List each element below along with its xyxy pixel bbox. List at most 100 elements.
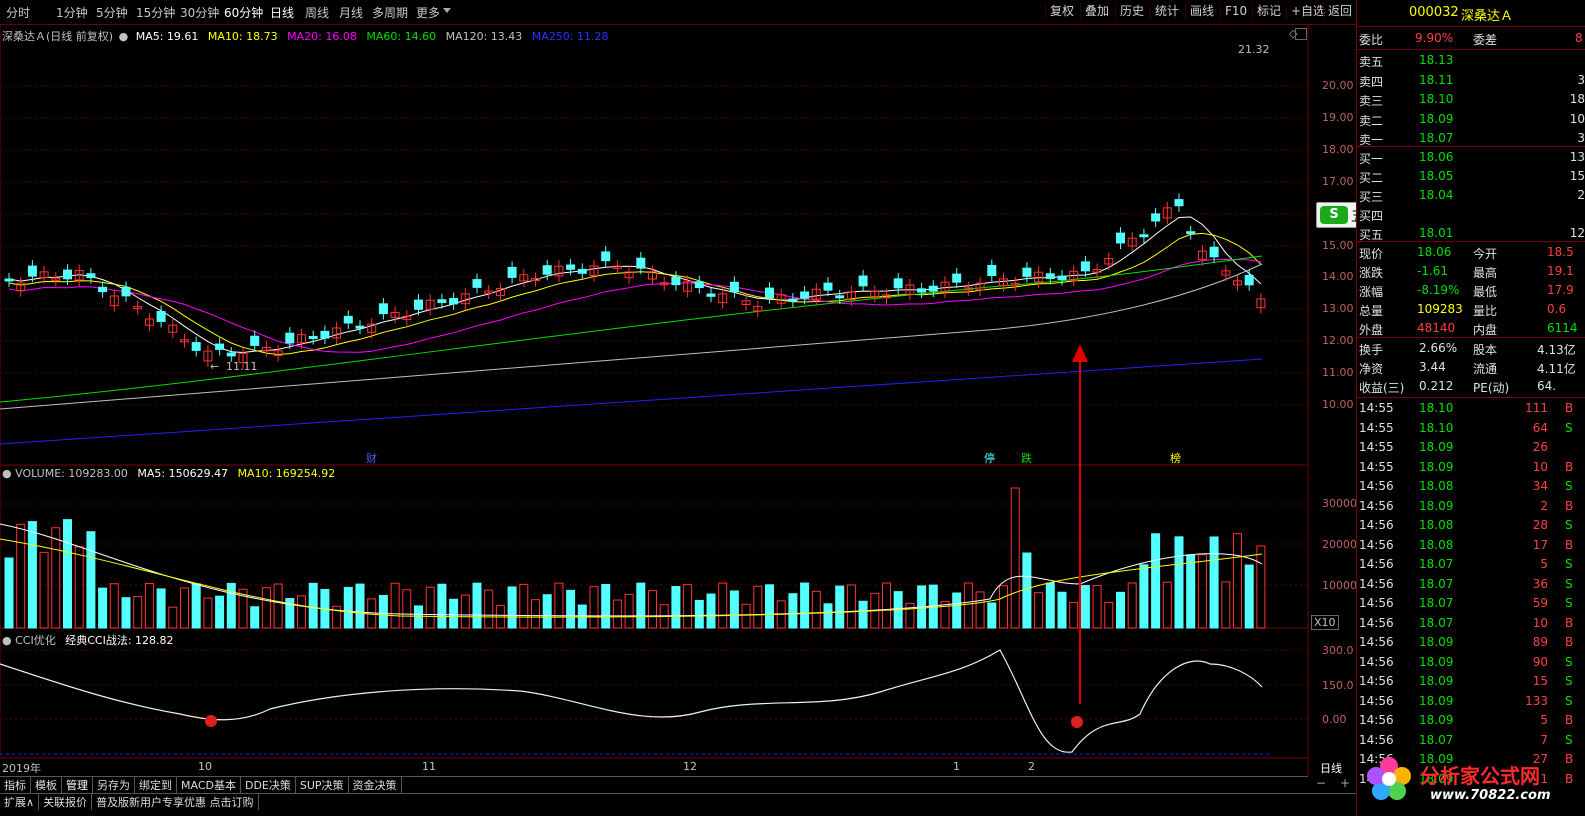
volume-bar xyxy=(1104,601,1114,629)
candle xyxy=(671,276,681,286)
volume-bar xyxy=(16,523,26,629)
tick-side: S xyxy=(1565,596,1573,610)
tab-macd[interactable]: MACD基本 xyxy=(177,777,241,793)
quote-label: 最低 xyxy=(1473,285,1498,299)
settings-dot-icon[interactable]: ● xyxy=(2,634,12,647)
back-button[interactable]: 返回 xyxy=(1323,3,1356,20)
candle xyxy=(308,335,318,339)
volume-bar xyxy=(1092,584,1102,629)
candle xyxy=(706,293,716,297)
tick-side: S xyxy=(1565,654,1573,669)
tick-time: 14:56 xyxy=(1359,498,1394,513)
zoom-minus-icon[interactable]: − xyxy=(1316,776,1326,790)
tick-side: B xyxy=(1565,635,1574,649)
tab-weekly[interactable]: 周线 xyxy=(305,4,329,21)
volume-bar xyxy=(1233,533,1242,629)
expand-button[interactable]: 扩展∧ xyxy=(0,794,40,810)
tab-5min[interactable]: 5分钟 xyxy=(96,4,128,21)
tab-30min[interactable]: 30分钟 xyxy=(180,4,219,21)
stats-button[interactable]: 统计 xyxy=(1150,3,1183,20)
volume-bar xyxy=(577,604,587,629)
tab-multi[interactable]: 多周期 xyxy=(372,4,408,21)
x-label-10: 10 xyxy=(198,760,212,773)
indicator-tabbar: 指标 模板 管理 另存为 绑定到 MACD基本 DDE决策 SUP决策 资金决策 xyxy=(0,776,1308,793)
tab-indicator[interactable]: 指标 xyxy=(0,777,31,793)
candle xyxy=(729,281,739,293)
related-quotes-button[interactable]: 关联报价 xyxy=(39,794,93,810)
volume-bar xyxy=(390,582,400,629)
tick-price: 18.08 xyxy=(1419,518,1454,532)
zoom-plus-icon[interactable]: + xyxy=(1340,776,1350,790)
promo-link[interactable]: 普及版新用户专享优惠 点击订购 xyxy=(92,794,259,810)
candle xyxy=(437,299,447,303)
tick-side: S xyxy=(1565,479,1573,493)
quote-label: 涨幅 xyxy=(1359,285,1384,299)
tab-fund[interactable]: 资金决策 xyxy=(349,777,402,793)
tab-sup[interactable]: SUP决策 xyxy=(296,777,349,793)
bid-row: 买一 18.06 13 xyxy=(1357,149,1585,167)
vol-ma5-legend: MA5: 150629.47 xyxy=(137,467,229,480)
watermark-url: www.70822.com xyxy=(1430,788,1551,803)
tick-time: 14:56 xyxy=(1359,693,1394,708)
chevron-down-icon[interactable] xyxy=(443,8,451,13)
tick-time: 14:56 xyxy=(1359,654,1394,669)
tab-60min[interactable]: 60分钟 xyxy=(224,4,263,21)
volume-bar xyxy=(952,592,962,629)
tab-1min[interactable]: 1分钟 xyxy=(56,4,88,21)
bid-volume: 13 xyxy=(1569,150,1585,164)
tab-bind-to[interactable]: 绑定到 xyxy=(135,777,177,793)
candle xyxy=(121,286,131,297)
candle xyxy=(378,303,388,315)
kline-chart-area[interactable] xyxy=(0,24,1356,776)
volume-bar xyxy=(297,595,306,629)
tab-15min[interactable]: 15分钟 xyxy=(136,4,175,21)
tick-time: 14:55 xyxy=(1359,440,1394,454)
volume-bar xyxy=(788,593,798,629)
tab-daily[interactable]: 日线 xyxy=(270,4,294,21)
quote-value: 18.5 xyxy=(1547,245,1574,259)
volume-bar xyxy=(1174,536,1184,629)
history-button[interactable]: 历史 xyxy=(1115,3,1148,20)
f10-button[interactable]: F10 xyxy=(1220,3,1251,20)
volume-bar xyxy=(121,597,131,629)
volume-bar xyxy=(741,603,751,629)
fuquan-button[interactable]: 复权 xyxy=(1045,3,1078,20)
tick-time: 14:56 xyxy=(1359,576,1394,591)
volume-bar xyxy=(1057,591,1067,629)
bid-volume: 12 xyxy=(1569,226,1585,240)
candle xyxy=(952,273,962,283)
candle xyxy=(1057,275,1067,280)
quote-value: 17.9 xyxy=(1547,283,1574,297)
event-die[interactable]: 跌 xyxy=(1021,450,1032,466)
tab-template[interactable]: 模板 xyxy=(31,777,62,793)
sogou-logo-icon[interactable]: S xyxy=(1320,206,1348,224)
overlay-button[interactable]: 叠加 xyxy=(1080,3,1113,20)
event-bang[interactable]: 榜 xyxy=(1170,450,1181,466)
tick-time: 14:56 xyxy=(1359,674,1394,688)
period-label[interactable]: 日线 xyxy=(1320,760,1342,776)
event-cai[interactable]: 财 xyxy=(366,450,377,466)
tab-manage[interactable]: 管理 xyxy=(62,777,93,793)
volume-bar xyxy=(999,585,1008,629)
tab-dde[interactable]: DDE决策 xyxy=(241,777,296,793)
volume-bar xyxy=(1256,545,1266,629)
volume-bar xyxy=(636,582,646,629)
tab-more[interactable]: 更多 xyxy=(416,4,440,21)
volume-bar xyxy=(168,606,178,629)
volume-bar xyxy=(612,599,622,629)
quote-row: 涨跌 -1.61 最高 19.1 xyxy=(1357,263,1585,281)
event-ting[interactable]: 停 xyxy=(984,450,995,466)
tick-volume: 89 xyxy=(1532,635,1548,649)
ma120-line xyxy=(0,263,1263,410)
tick-row: 14:55 18.09 10 B xyxy=(1357,459,1585,477)
tab-save-as[interactable]: 另存为 xyxy=(93,777,135,793)
tab-fenshi[interactable]: 分时 xyxy=(6,4,30,21)
volume-bar xyxy=(987,602,997,629)
low-price-mark: 11.11 xyxy=(226,360,258,373)
tick-row: 14:56 18.07 5 S xyxy=(1357,556,1585,574)
draw-line-button[interactable]: 画线 xyxy=(1185,3,1218,20)
candle xyxy=(86,273,96,279)
tab-monthly[interactable]: 月线 xyxy=(339,4,363,21)
mark-button[interactable]: 标记 xyxy=(1252,3,1285,20)
settings-dot-icon[interactable]: ● xyxy=(2,467,12,480)
